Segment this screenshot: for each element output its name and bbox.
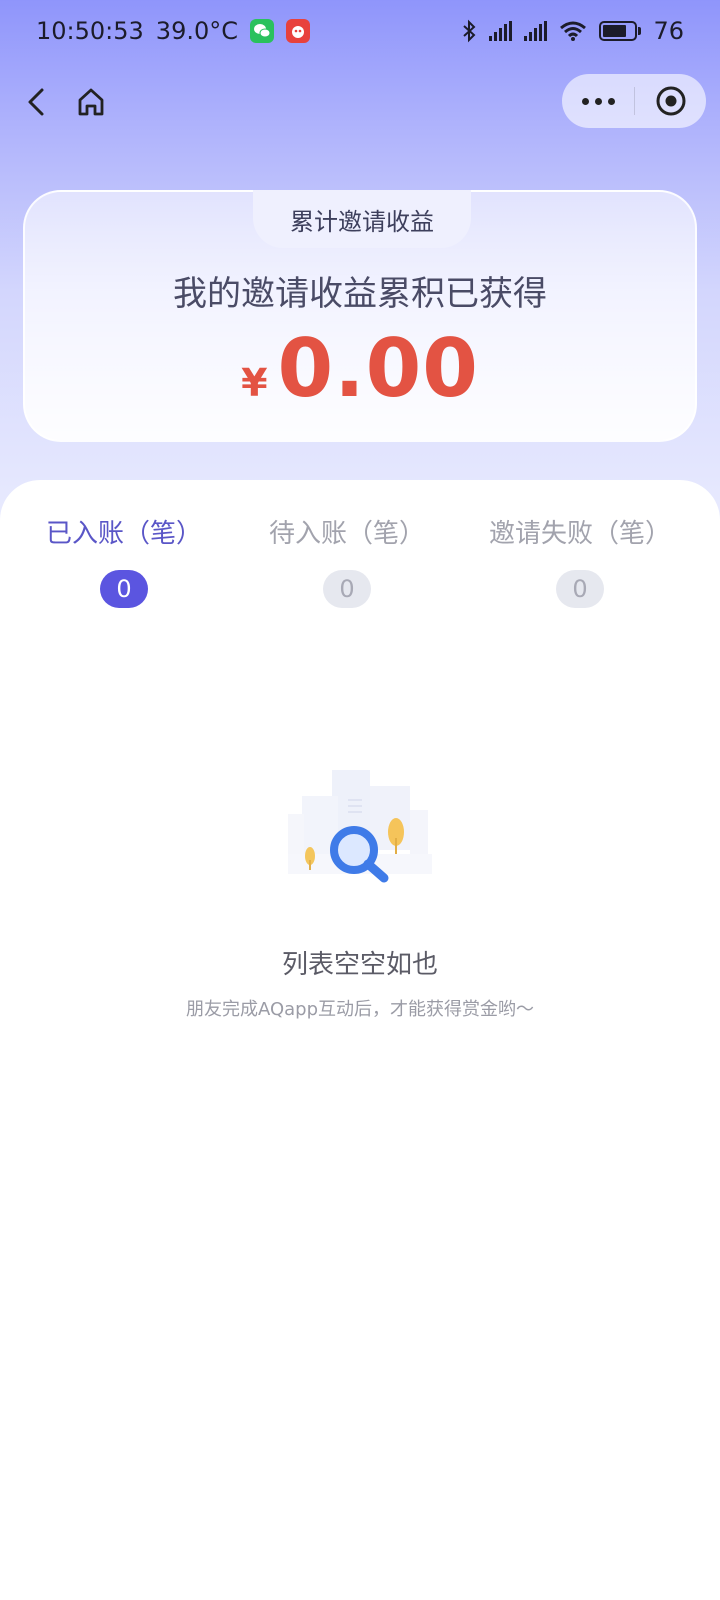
card-header-tab: 累计邀请收益 [253, 190, 471, 248]
red-app-icon [286, 19, 310, 43]
tab-count: 0 [556, 570, 604, 608]
wifi-icon [560, 21, 587, 41]
status-bar: 10:50:53 39.0°C 76 [0, 0, 720, 62]
mini-program-capsule [562, 74, 706, 128]
back-button[interactable] [18, 80, 62, 124]
empty-state-title: 列表空空如也 [281, 950, 438, 980]
tab-count: 0 [100, 570, 148, 608]
tab-label: 邀请失败（笔） [488, 519, 671, 549]
earnings-summary-card: 累计邀请收益 我的邀请收益累积已获得 ¥ 0.00 [23, 190, 697, 442]
tab-label: 待入账（笔） [268, 519, 425, 549]
currency-symbol: ¥ [241, 361, 268, 405]
status-temperature: 39.0°C [155, 17, 238, 45]
signal-icon [524, 21, 548, 41]
search-empty-icon [288, 770, 432, 883]
close-program-button[interactable] [635, 74, 706, 128]
records-panel: 已入账（笔） 0 待入账（笔） 0 邀请失败（笔） 0 列表空空如也 朋友完成A… [0, 480, 720, 1600]
battery-icon [599, 21, 642, 41]
signal-icon [489, 21, 513, 41]
status-tabs: 已入账（笔） 0 待入账（笔） 0 邀请失败（笔） 0 [0, 514, 720, 614]
amount-value: 0.00 [277, 322, 479, 415]
status-time: 10:50:53 [36, 17, 144, 45]
navigation-bar [0, 74, 720, 130]
tab-count: 0 [323, 570, 371, 608]
more-icon [581, 97, 615, 105]
wechat-app-icon [250, 19, 274, 43]
earnings-subtitle: 我的邀请收益累积已获得 [173, 274, 547, 314]
back-icon [28, 88, 44, 116]
home-icon [78, 88, 104, 116]
home-button[interactable] [72, 80, 116, 124]
battery-level: 76 [653, 17, 684, 45]
tab-failed[interactable]: 邀请失败（笔） 0 [470, 514, 690, 608]
tab-credited[interactable]: 已入账（笔） 0 [14, 514, 234, 608]
bluetooth-icon [463, 19, 476, 43]
status-left: 10:50:53 39.0°C [36, 17, 310, 45]
earnings-amount: ¥ 0.00 [25, 322, 695, 415]
tab-label: 已入账（笔） [45, 519, 202, 549]
target-icon [656, 86, 685, 116]
status-right: 76 [461, 17, 684, 45]
tab-pending[interactable]: 待入账（笔） 0 [237, 514, 457, 608]
empty-state-description: 朋友完成AQapp互动后，才能获得赏金哟～ [185, 999, 535, 1020]
more-button[interactable] [562, 74, 634, 128]
